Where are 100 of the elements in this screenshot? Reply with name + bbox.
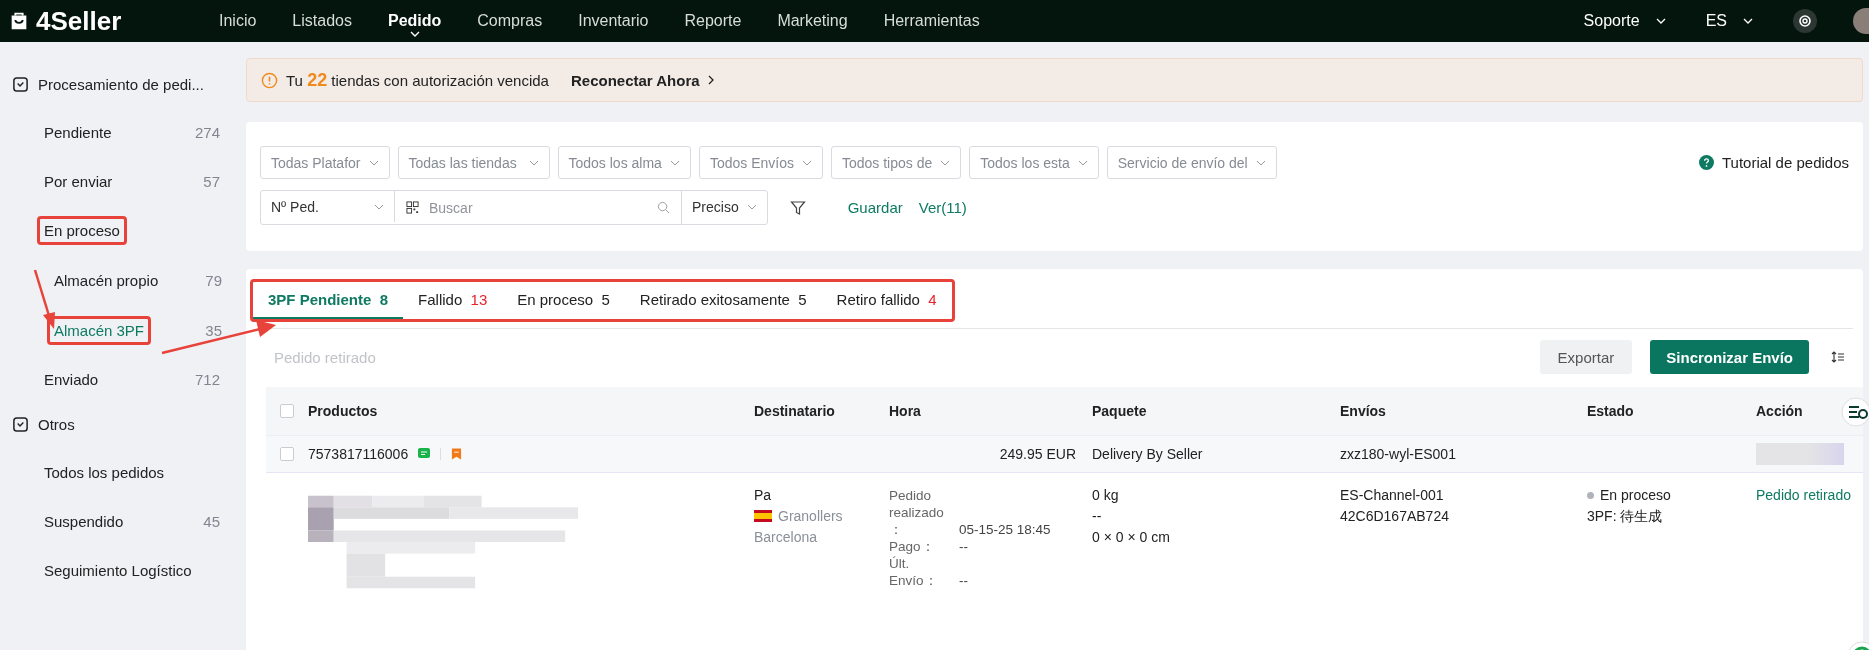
nav-tab[interactable]: Compras bbox=[459, 0, 561, 42]
filter-dropdown[interactable]: Todos Envíos bbox=[698, 146, 823, 179]
caret-icon bbox=[409, 31, 420, 37]
package-info: -- bbox=[1092, 508, 1103, 524]
item-count: 35 bbox=[205, 321, 222, 339]
nav-tab[interactable]: Inicio bbox=[201, 0, 275, 42]
item-count: 57 bbox=[203, 173, 220, 190]
package-info: 0 × 0 × 0 cm bbox=[1092, 529, 1171, 545]
warning-icon bbox=[261, 71, 278, 89]
caret-icon bbox=[801, 159, 812, 166]
row-checkbox[interactable] bbox=[280, 447, 294, 461]
sidebar-item[interactable]: Pendiente bbox=[37, 118, 119, 147]
withdraw-link[interactable]: Pedido retirado bbox=[1756, 487, 1855, 503]
status-tab[interactable]: Retiro fallido 4 bbox=[821, 282, 952, 319]
sidebar-item[interactable]: En proceso bbox=[37, 216, 127, 245]
column-header: Destinatario bbox=[754, 403, 836, 419]
filter-dropdown[interactable]: Todos los alma bbox=[557, 146, 691, 179]
column-header: Productos bbox=[308, 403, 379, 419]
nav-tab[interactable]: Listados bbox=[274, 0, 370, 42]
time-label: Últ. Envío： bbox=[889, 555, 939, 589]
export-button[interactable]: Exportar bbox=[1539, 340, 1633, 374]
order-status: En proceso bbox=[1600, 487, 1671, 503]
column-settings-icon[interactable] bbox=[1831, 350, 1845, 364]
time-label: Pedido realizado ： bbox=[889, 487, 945, 538]
sidebar-item[interactable]: Almacén propio bbox=[47, 265, 166, 295]
caret-icon bbox=[1743, 18, 1753, 24]
sidebar-item[interactable]: Todos los pedidos bbox=[37, 458, 172, 487]
scan-icon[interactable] bbox=[406, 201, 419, 214]
recipient-province: Barcelona bbox=[754, 529, 819, 545]
sidebar-item[interactable]: Por enviar bbox=[37, 167, 120, 196]
annotation-arrow bbox=[33, 269, 55, 329]
filter-dropdown[interactable]: Todos los esta bbox=[969, 146, 1099, 179]
message-icon[interactable] bbox=[418, 448, 431, 460]
caret-icon bbox=[368, 159, 379, 166]
item-count: 45 bbox=[203, 513, 220, 530]
flag-icon bbox=[754, 510, 772, 522]
alert-message: Tu 22 tiendas con autorización vencida bbox=[286, 69, 549, 91]
bookmark-icon[interactable] bbox=[451, 448, 463, 460]
search-type-dropdown[interactable]: Nº Ped. bbox=[261, 191, 395, 222]
recipient-name: Pa bbox=[754, 487, 773, 503]
status-dot bbox=[1587, 491, 1594, 499]
caret-icon bbox=[528, 159, 539, 166]
filter-icon[interactable] bbox=[789, 199, 806, 216]
sidebar-item[interactable]: Suspendido bbox=[37, 507, 131, 536]
shipment-info: 42C6D167AB724 bbox=[1340, 508, 1450, 524]
status-tab[interactable]: En proceso 5 bbox=[502, 282, 625, 319]
language-menu[interactable]: ES bbox=[1705, 12, 1727, 30]
package-info: 0 kg bbox=[1092, 487, 1120, 503]
sync-button[interactable]: Sincronizar Envío bbox=[1650, 340, 1809, 374]
nav-tab[interactable]: Pedido bbox=[369, 0, 460, 42]
nav-tab[interactable]: Herramientas bbox=[865, 0, 998, 42]
save-link[interactable]: Guardar bbox=[847, 199, 903, 216]
tutorial-link[interactable]: Tutorial de pedidos bbox=[1721, 154, 1849, 171]
shipping-id: zxz180-wyl-ES001 bbox=[1340, 446, 1457, 462]
time-value: 05-15-25 18:45 bbox=[958, 521, 1051, 538]
filter-dropdown[interactable]: Servicio de envío del bbox=[1106, 146, 1277, 179]
settings-icon[interactable] bbox=[1793, 9, 1817, 33]
status-tab[interactable]: 3PF Pendiente 8 bbox=[253, 282, 404, 319]
filter-dropdown[interactable]: Todas Platafor bbox=[260, 146, 390, 179]
app-logo[interactable]: 4Seller bbox=[36, 5, 122, 37]
clipboard-icon bbox=[12, 75, 29, 93]
views-link[interactable]: Ver(11) bbox=[918, 199, 967, 216]
caret-icon bbox=[1077, 159, 1088, 166]
sidebar-item[interactable]: Seguimiento Logístico bbox=[37, 556, 199, 585]
filter-dropdown[interactable]: Todas las tiendas bbox=[397, 146, 550, 179]
sidebar-section-title[interactable]: Otros bbox=[38, 415, 75, 433]
match-dropdown[interactable]: Preciso bbox=[682, 191, 767, 222]
time-label: Pago： bbox=[889, 538, 936, 555]
status-tab[interactable]: Retirado exitosamente 5 bbox=[624, 282, 822, 319]
caret-icon bbox=[669, 159, 680, 166]
support-menu[interactable]: Soporte bbox=[1583, 12, 1640, 30]
item-count: 79 bbox=[205, 271, 222, 289]
help-icon[interactable] bbox=[1698, 155, 1714, 170]
time-value: -- bbox=[958, 538, 968, 555]
status-detail: 3PF: 待生成 bbox=[1587, 508, 1664, 526]
caret-icon bbox=[940, 159, 951, 166]
column-header: Hora bbox=[889, 403, 922, 419]
caret-icon bbox=[374, 203, 384, 210]
item-count: 712 bbox=[194, 371, 220, 388]
order-total: 249.95 EUR bbox=[998, 446, 1077, 462]
nav-tab[interactable]: Inventario bbox=[560, 0, 667, 42]
avatar[interactable] bbox=[1853, 8, 1869, 34]
clipboard-icon bbox=[12, 415, 29, 433]
order-number: 7573817116006 bbox=[308, 446, 409, 462]
sidebar-item[interactable]: Enviado bbox=[37, 365, 106, 394]
caret-icon bbox=[1255, 159, 1266, 166]
status-tab[interactable]: Fallido 13 bbox=[403, 282, 503, 319]
select-all-checkbox[interactable] bbox=[280, 404, 294, 418]
column-header: Acción bbox=[1756, 403, 1804, 419]
sidebar-section-title[interactable]: Procesamiento de pedi... bbox=[38, 75, 204, 93]
column-header: Estado bbox=[1587, 403, 1635, 419]
chat-widget-icon[interactable] bbox=[1841, 397, 1869, 427]
nav-tab[interactable]: Reporte bbox=[666, 0, 760, 42]
reconnect-link[interactable]: Reconectar Ahora bbox=[570, 71, 700, 89]
nav-tab[interactable]: Marketing bbox=[759, 0, 866, 42]
column-header: Envíos bbox=[1340, 403, 1387, 419]
shipping-method: Delivery By Seller bbox=[1092, 446, 1204, 462]
column-header: Paquete bbox=[1092, 403, 1148, 419]
filter-dropdown[interactable]: Todos tipos de bbox=[830, 146, 962, 179]
caret-icon bbox=[1655, 18, 1666, 24]
